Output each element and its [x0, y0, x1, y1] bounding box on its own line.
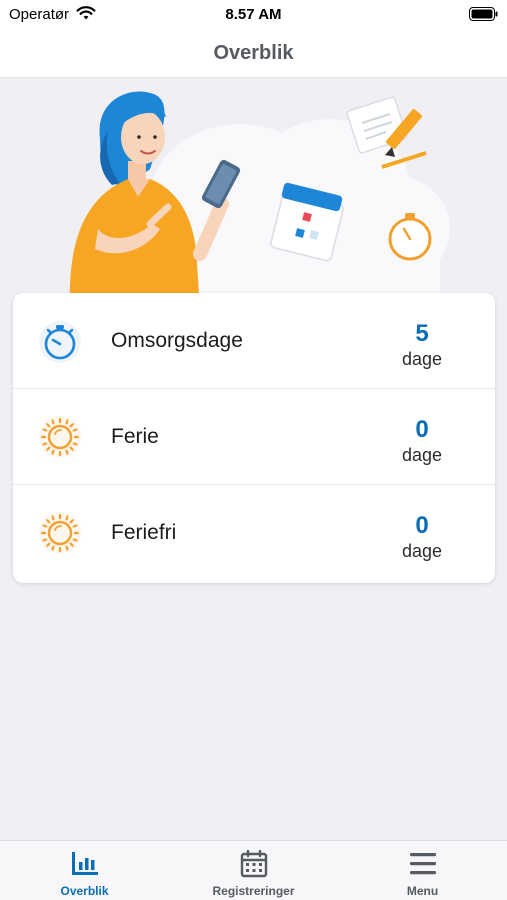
- tab-label: Menu: [406, 884, 439, 898]
- list-item-label: Ferie: [111, 425, 159, 448]
- list-item-value: 0: [415, 512, 429, 539]
- page-title: Overblik: [213, 42, 294, 64]
- battery-full-icon: [469, 7, 498, 21]
- calendar-icon: [240, 850, 268, 878]
- list-item-label: Omsorgsdage: [111, 329, 243, 352]
- list-item-feriefri[interactable]: Feriefri 0 dage: [13, 485, 495, 580]
- navigation-bar: Overblik: [0, 30, 507, 78]
- overview-card: Omsorgsdage 5 dage Ferie 0 dage Feriefri…: [13, 293, 495, 583]
- hero-illustration: [0, 79, 507, 309]
- tab-bar: Overblik Registreringer Menu: [0, 840, 507, 900]
- status-time: 8.57 AM: [225, 6, 282, 23]
- list-item-label: Feriefri: [111, 521, 177, 544]
- status-bar: Operatør 8.57 AM: [0, 0, 507, 30]
- list-item-value: 0: [415, 416, 429, 443]
- hamburger-menu-icon: [410, 853, 436, 875]
- tab-label: Registreringer: [212, 884, 295, 898]
- list-item-unit: dage: [401, 445, 443, 465]
- tab-overblik[interactable]: Overblik: [0, 841, 169, 900]
- list-item-ferie[interactable]: Ferie 0 dage: [13, 389, 495, 484]
- list-item-value: 5: [415, 320, 429, 347]
- tab-label: Overblik: [60, 884, 109, 898]
- stopwatch-icon: [39, 321, 81, 363]
- tab-registreringer[interactable]: Registreringer: [169, 841, 338, 900]
- sun-icon: [39, 512, 81, 554]
- list-item-omsorgsdage[interactable]: Omsorgsdage 5 dage: [13, 293, 495, 388]
- list-item-unit: dage: [401, 349, 443, 369]
- list-item-unit: dage: [401, 541, 443, 561]
- sun-icon: [39, 416, 81, 458]
- bar-chart-icon: [72, 852, 98, 875]
- tab-menu[interactable]: Menu: [338, 841, 507, 900]
